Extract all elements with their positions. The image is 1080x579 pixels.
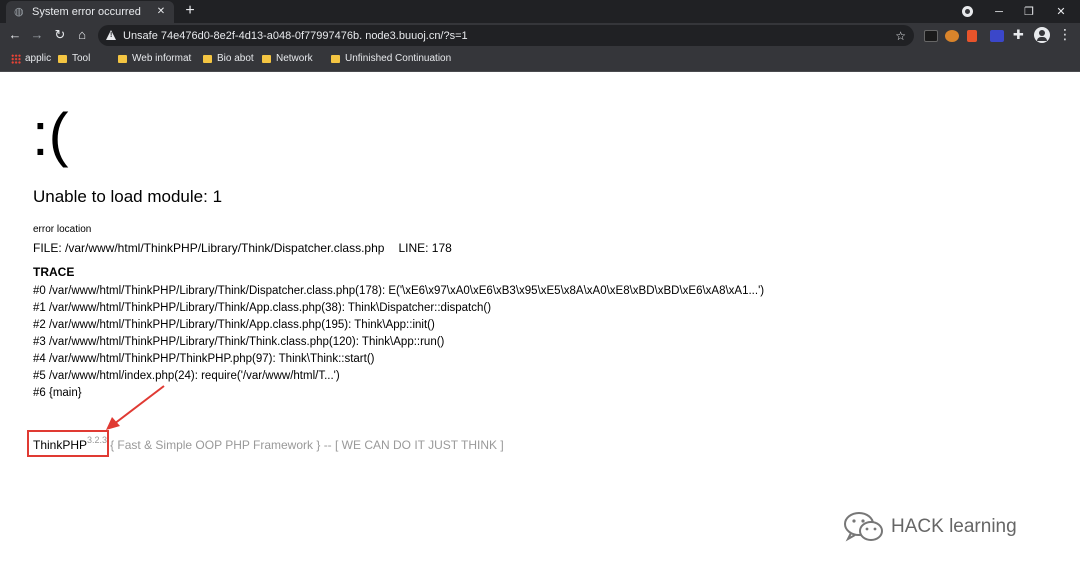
globe-icon: ◍ [14,6,24,18]
restore-button[interactable]: ❐ [1018,0,1040,23]
forward-arrow-icon[interactable]: → [27,25,47,45]
url-text[interactable]: Unsafe 74e476d0-8e2f-4d13-a048-0f7799747… [123,30,895,42]
trace-item: #4 /var/www/html/ThinkPHP/ThinkPHP.php(9… [33,353,375,365]
annotation-arrow [106,385,165,430]
bookmark-folder[interactable]: Web informat [118,53,191,64]
close-window-button[interactable]: ✕ [1050,0,1072,23]
puzzle-icon[interactable]: ✚ [1013,27,1024,43]
browser-tab[interactable]: ◍ System error occurred ✕ [6,1,174,23]
bookmark-apps[interactable]: applic [11,53,51,64]
trace-item: #1 /var/www/html/ThinkPHP/Library/Think/… [33,302,492,314]
sad-face: :( [32,101,69,168]
folder-icon [331,54,340,63]
folder-icon [118,54,127,63]
reload-icon[interactable]: ↻ [50,25,70,45]
trace-heading: TRACE [33,265,75,279]
apps-grid-icon [11,53,21,64]
trace-item: #0 /var/www/html/ThinkPHP/Library/Think/… [33,285,765,297]
bookmark-folder[interactable]: Unfinished Continuation [331,53,451,64]
home-icon[interactable]: ⌂ [72,25,92,45]
trace-item: #2 /var/www/html/ThinkPHP/Library/Think/… [33,319,435,331]
back-arrow-icon[interactable]: ← [5,25,25,45]
bookmark-folder[interactable]: Bio abot [203,53,254,64]
tab-strip: ◍ System error occurred ✕ + ─ ❐ ✕ [0,0,1080,23]
bookmark-folder[interactable]: Tool [58,53,90,64]
tab-title: System error occurred [32,6,141,18]
tab-search-icon[interactable] [962,6,973,17]
framework-footer: ThinkPHP3.2.3{ Fast & Simple OOP PHP Fra… [33,435,504,452]
extension-blue-icon[interactable] [990,30,1004,42]
wechat-icon [844,512,883,542]
star-icon[interactable]: ☆ [895,29,906,43]
close-tab-icon[interactable]: ✕ [154,5,168,19]
error-message: Unable to load module: 1 [33,187,223,206]
file-path: FILE: /var/www/html/ThinkPHP/Library/Thi… [33,241,385,255]
extension-fox-icon[interactable] [945,30,959,42]
folder-icon [203,54,212,63]
watermark: HACK learning [843,510,1017,544]
line-number: LINE: 178 [398,241,452,255]
version-label: 3.2.3 [87,435,108,445]
bookmark-folder[interactable]: Network [262,53,313,64]
folder-icon [262,54,271,63]
menu-kebab-icon[interactable]: ⋮ [1058,26,1072,43]
error-location-label: error location [33,224,92,235]
minimize-button[interactable]: ─ [988,0,1010,23]
error-file-line: FILE: /var/www/html/ThinkPHP/Library/Thi… [33,241,452,255]
page-content: :( Unable to load module: 1 error locati… [0,73,1080,579]
extension-icon[interactable] [924,30,938,42]
extension-shield-icon[interactable] [967,30,977,42]
bookmarks-bar: applic Tool Web informat Bio abot Networ… [0,48,1080,72]
folder-icon [58,54,67,63]
account-icon[interactable] [1034,27,1050,43]
address-bar[interactable]: Unsafe 74e476d0-8e2f-4d13-a048-0f7799747… [98,25,914,46]
thinkphp-link[interactable]: ThinkPHP [33,438,87,452]
watermark-text: HACK learning [891,516,1017,537]
new-tab-button[interactable]: + [181,2,199,20]
trace-item: #3 /var/www/html/ThinkPHP/Library/Think/… [33,336,445,348]
warning-icon[interactable] [106,30,117,41]
framework-slogan: { Fast & Simple OOP PHP Framework } -- [… [110,438,504,452]
browser-toolbar: ← → ↻ ⌂ Unsafe 74e476d0-8e2f-4d13-a048-0… [0,23,1080,48]
